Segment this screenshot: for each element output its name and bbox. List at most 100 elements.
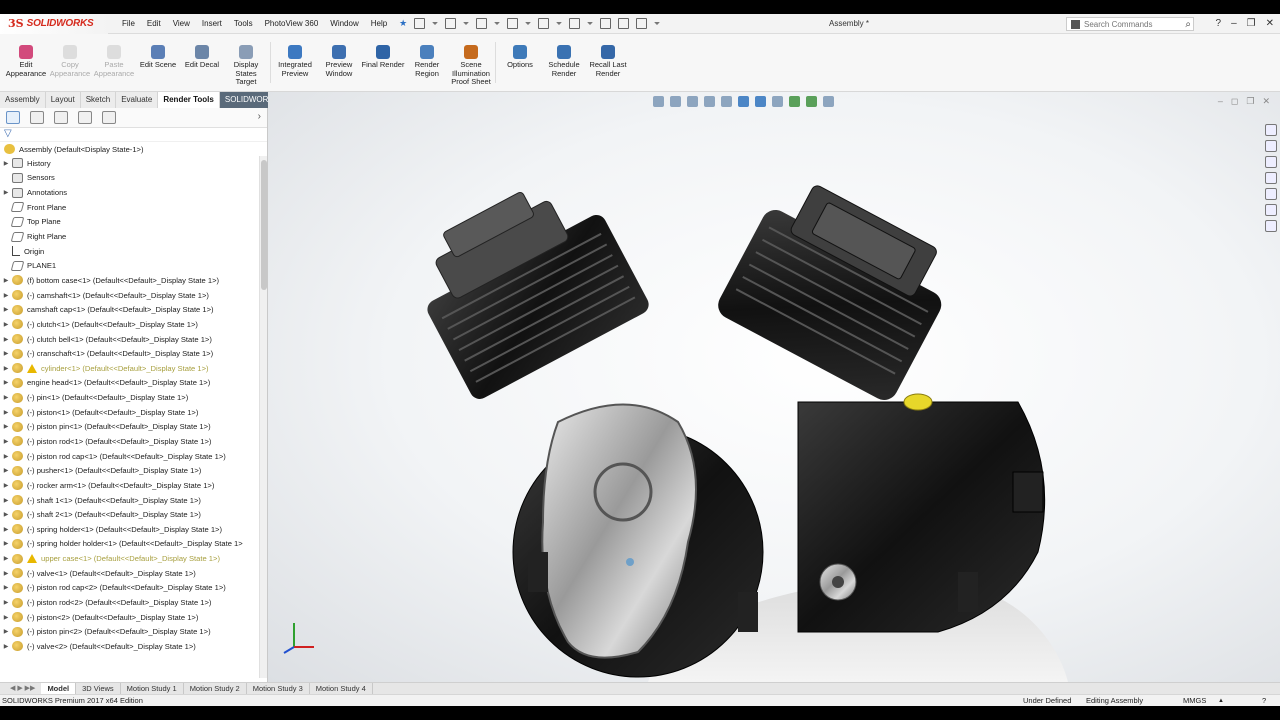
display-manager-tab-icon[interactable] xyxy=(102,111,116,124)
tree-item[interactable]: Top Plane xyxy=(0,215,258,230)
apply-scene-icon[interactable] xyxy=(806,96,817,107)
tree-item[interactable]: Front Plane xyxy=(0,200,258,215)
expand-arrow-icon[interactable]: ▶ xyxy=(0,570,12,577)
tree-item[interactable]: ▶ (-) shaft 1<1> (Default<<Default>_Displ… xyxy=(0,493,258,508)
custom-properties-icon[interactable] xyxy=(1265,204,1277,216)
expand-arrow-icon[interactable]: ▶ xyxy=(0,438,12,445)
expand-arrow-icon[interactable]: ▶ xyxy=(0,277,12,284)
tree-item[interactable]: ▶ (-) camshaft<1> (Default<<Default>_Disp… xyxy=(0,288,258,303)
minimize-icon[interactable]: – xyxy=(1231,14,1237,34)
tree-item[interactable]: ▶ (-) piston rod<1> (Default<<Default>_Di… xyxy=(0,434,258,449)
view-palette-icon[interactable] xyxy=(1265,172,1277,184)
tree-item[interactable]: ▶ (-) shaft 2<1> (Default<<Default>_Displ… xyxy=(0,507,258,522)
tree-scrollbar[interactable] xyxy=(259,156,267,678)
tree-item[interactable]: ▶ (-) rocker arm<1> (Default<<Default>_Di… xyxy=(0,478,258,493)
expand-arrow-icon[interactable]: ▶ xyxy=(0,365,12,372)
viewport-minimize-icon[interactable]: – xyxy=(1218,96,1223,107)
menu-file[interactable]: File xyxy=(116,14,141,34)
dimxpert-tab-icon[interactable] xyxy=(78,111,92,124)
close-icon[interactable]: ✕ xyxy=(1266,14,1274,34)
expand-arrow-icon[interactable]: ▶ xyxy=(0,394,12,401)
search-input[interactable] xyxy=(1084,19,1164,29)
tree-item[interactable]: ▶ (-) valve<1> (Default<<Default>_Display… xyxy=(0,566,258,581)
dropdown-icon[interactable] xyxy=(654,21,661,26)
tree-item[interactable]: ▶ (-) piston pin<1> (Default<<Default>_Di… xyxy=(0,420,258,435)
dropdown-icon[interactable] xyxy=(432,21,439,26)
tab-evaluate[interactable]: Evaluate xyxy=(116,92,159,108)
file-properties-icon[interactable] xyxy=(618,18,630,29)
dropdown-icon[interactable] xyxy=(525,21,532,26)
expand-arrow-icon[interactable]: ▶ xyxy=(0,189,12,196)
view-settings-icon[interactable] xyxy=(823,96,834,107)
tab-assembly[interactable]: Assembly xyxy=(0,92,46,108)
menu-window[interactable]: Window xyxy=(324,14,364,34)
tree-item[interactable]: ▶ (-) piston rod cap<1> (Default<<Default… xyxy=(0,449,258,464)
preview-window-button[interactable]: Preview Window xyxy=(317,34,361,91)
tab-motion-study-1[interactable]: Motion Study 1 xyxy=(121,682,184,695)
tree-item[interactable]: ▶ (-) cranschaft<1> (Default<<Default>_Di… xyxy=(0,346,258,361)
dynamic-annotation-icon[interactable] xyxy=(721,96,732,107)
options-button[interactable]: Options xyxy=(498,34,542,91)
expand-arrow-icon[interactable]: ▶ xyxy=(0,540,12,547)
chevron-right-icon[interactable]: › xyxy=(258,111,261,122)
zoom-to-fit-icon[interactable] xyxy=(653,96,664,107)
tree-item[interactable]: ▶ (-) pin<1> (Default<<Default>_Display S… xyxy=(0,390,258,405)
expand-arrow-icon[interactable]: ▶ xyxy=(0,321,12,328)
tree-item[interactable]: ▶ (-) piston pin<2> (Default<<Default>_Di… xyxy=(0,625,258,640)
copy-appearance-button[interactable]: Copy Appearance xyxy=(48,34,92,91)
tree-item[interactable]: PLANE1 xyxy=(0,258,258,273)
expand-arrow-icon[interactable]: ▶ xyxy=(0,467,12,474)
tree-item[interactable]: ▶ (f) bottom case<1> (Default<<Default>_D… xyxy=(0,273,258,288)
tree-item[interactable]: ▶ (-) pusher<1> (Default<<Default>_Displa… xyxy=(0,463,258,478)
restore-icon[interactable]: ❐ xyxy=(1247,14,1256,34)
menu-edit[interactable]: Edit xyxy=(141,14,167,34)
file-explorer-icon[interactable] xyxy=(1265,156,1277,168)
expand-arrow-icon[interactable]: ▶ xyxy=(0,643,12,650)
open-folder-icon[interactable] xyxy=(445,18,457,29)
undo-icon[interactable] xyxy=(538,18,550,29)
dropdown-icon[interactable] xyxy=(463,21,470,26)
viewport-tile-icon[interactable]: ◻ xyxy=(1231,96,1238,107)
tab-model[interactable]: Model xyxy=(41,682,77,695)
feature-manager-tab-icon[interactable] xyxy=(6,111,20,124)
viewport-restore-icon[interactable]: ❐ xyxy=(1246,96,1254,107)
tree-item[interactable]: ▶ (-) piston<2> (Default<<Default>_Displa… xyxy=(0,610,258,625)
expand-arrow-icon[interactable]: ▶ xyxy=(0,555,12,562)
render-region-button[interactable]: Render Region xyxy=(405,34,449,91)
filter-icon[interactable]: ▽ xyxy=(0,128,267,142)
expand-arrow-icon[interactable]: ▶ xyxy=(0,628,12,635)
previous-view-icon[interactable] xyxy=(687,96,698,107)
tree-item[interactable]: ▶ (-) valve<2> (Default<<Default>_Display… xyxy=(0,639,258,654)
tree-item[interactable]: Right Plane xyxy=(0,229,258,244)
view-orientation-icon[interactable] xyxy=(738,96,749,107)
expand-arrow-icon[interactable]: ▶ xyxy=(0,482,12,489)
select-cursor-icon[interactable] xyxy=(569,18,581,29)
rebuild-icon[interactable] xyxy=(600,18,612,29)
tree-item[interactable]: Sensors xyxy=(0,171,258,186)
hide-show-items-icon[interactable] xyxy=(772,96,783,107)
expand-arrow-icon[interactable]: ▶ xyxy=(0,526,12,533)
print-icon[interactable] xyxy=(507,18,519,29)
menu-tools[interactable]: Tools xyxy=(228,14,259,34)
section-view-icon[interactable] xyxy=(704,96,715,107)
tab-layout[interactable]: Layout xyxy=(46,92,81,108)
expand-arrow-icon[interactable]: ▶ xyxy=(0,379,12,386)
tab-motion-study-3[interactable]: Motion Study 3 xyxy=(247,682,310,695)
tree-item[interactable]: ▶ camshaft cap<1> (Default<<Default>_Disp… xyxy=(0,302,258,317)
tree-item[interactable]: ▶ upper case<1> (Default<<Default>_Displa… xyxy=(0,551,258,566)
tree-item[interactable]: ▶ (-) piston<1> (Default<<Default>_Displa… xyxy=(0,405,258,420)
search-commands-box[interactable]: ⌕ xyxy=(1066,17,1194,31)
expand-arrow-icon[interactable]: ▶ xyxy=(0,306,12,313)
solidworks-resources-icon[interactable] xyxy=(1265,124,1277,136)
tab-sketch[interactable]: Sketch xyxy=(81,92,117,108)
options-gear-icon[interactable] xyxy=(636,18,648,29)
edit-appearance-icon[interactable] xyxy=(789,96,800,107)
final-render-button[interactable]: Final Render xyxy=(361,34,405,91)
tree-item[interactable]: ▶ Annotations xyxy=(0,185,258,200)
new-document-icon[interactable] xyxy=(414,18,426,29)
tree-root[interactable]: Assembly (Default<Display State-1>) xyxy=(0,142,144,157)
tree-item[interactable]: Origin xyxy=(0,244,258,259)
solidworks-forum-icon[interactable] xyxy=(1265,220,1277,232)
save-icon[interactable] xyxy=(476,18,488,29)
expand-arrow-icon[interactable]: ▶ xyxy=(0,497,12,504)
